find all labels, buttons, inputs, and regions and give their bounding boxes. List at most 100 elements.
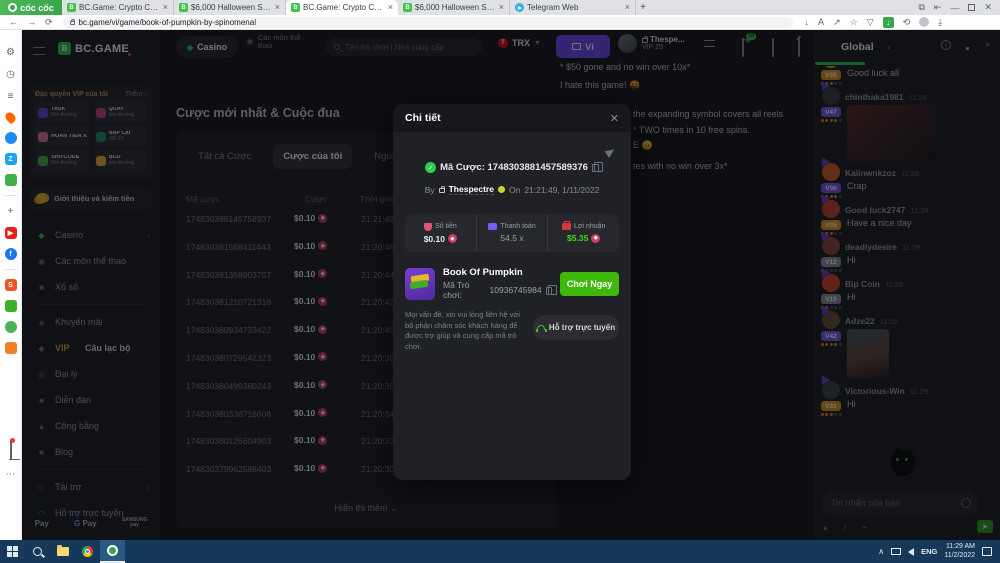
game-thumbnail[interactable]	[405, 268, 435, 300]
zalo-icon[interactable]: Z	[5, 153, 17, 165]
new-tab-button[interactable]: +	[636, 0, 650, 15]
coccoc-brand[interactable]: cốc cốc	[0, 0, 62, 15]
downloads-tray-icon[interactable]: ⤓	[938, 17, 942, 28]
system-tray: ∧ ENG 11:29 AM11/2/2022	[878, 543, 1000, 560]
verified-check-icon: ✓	[425, 162, 436, 173]
tab-title: Telegram Web	[527, 3, 622, 12]
bet-datetime: 21:21:49, 1/11/2022	[524, 185, 599, 195]
chrome-icon	[82, 546, 93, 557]
divider	[5, 195, 17, 196]
game-row: Book Of Pumpkin Mã Trò chơi: 10936745984…	[405, 262, 619, 306]
tray-expand-icon[interactable]: ∧	[878, 547, 884, 556]
reading-list-icon[interactable]: ≡	[4, 90, 17, 103]
tab-close-icon[interactable]: ×	[275, 3, 280, 12]
notifications-bell[interactable]	[10, 441, 12, 459]
minimize-button[interactable]: —	[950, 3, 959, 13]
url-text: bc.game/vi/game/book-of-pumpkin-by-spino…	[79, 18, 256, 27]
file-explorer-button[interactable]	[50, 540, 75, 563]
gift-icon[interactable]	[5, 300, 17, 312]
action-center-icon[interactable]	[982, 547, 992, 556]
by-label: By	[425, 185, 435, 195]
games-icon[interactable]	[5, 174, 17, 186]
coccoc-logo-icon	[8, 3, 17, 12]
toolbar-icons: ↓ A ↗ ☆ ▽ ↓ ⟲ ⤓	[805, 17, 943, 28]
chat-app-icon[interactable]	[5, 321, 17, 333]
modal-title: Chi tiết	[405, 112, 441, 124]
stat-amount: Số tiền $0.10◆	[405, 214, 476, 252]
volume-icon[interactable]	[908, 548, 914, 556]
tab-title: $6,000 Halloween Slot Battle	[191, 3, 272, 12]
stat-payout: Thanh toán 54.5 x	[476, 214, 548, 252]
browser-tab-5[interactable]: Telegram Web×	[510, 0, 636, 15]
taskbar-search-button[interactable]	[25, 540, 50, 563]
messenger-icon[interactable]	[5, 132, 17, 144]
cart-icon[interactable]	[5, 342, 17, 354]
notification-dot	[10, 438, 15, 443]
tab-title: BC.Game: Crypto Casino Gan	[79, 3, 160, 12]
browser-tab-1[interactable]: BBC.Game: Crypto Casino Gan×	[62, 0, 174, 15]
profile-avatar-icon[interactable]	[919, 17, 929, 27]
sync-icon[interactable]: ⟲	[903, 17, 911, 28]
bcgame-favicon: B	[291, 3, 300, 12]
reader-mode-icon[interactable]: ⧉	[918, 2, 924, 13]
close-button[interactable]: ✕	[984, 2, 992, 13]
download-icon[interactable]: ↓	[805, 17, 810, 27]
forward-icon[interactable]: →	[27, 17, 36, 27]
tab-close-icon[interactable]: ×	[499, 3, 504, 12]
settings-gear-icon[interactable]: ⚙	[4, 46, 17, 59]
input-language[interactable]: ENG	[921, 547, 937, 556]
trx-gem-icon: ◆	[448, 234, 457, 243]
url-field[interactable]: bc.game/vi/game/book-of-pumpkin-by-spino…	[63, 17, 793, 28]
search-icon	[33, 547, 42, 556]
window-controls: ⧉ ⇤ — ✕	[918, 0, 1000, 15]
youtube-icon[interactable]: ▶	[5, 227, 17, 239]
bcgame-favicon: B	[67, 3, 76, 12]
browser-sidebar: ⚙ ◷ ≡ Z + ▶ f S ⋯	[0, 30, 22, 540]
copy-icon[interactable]	[592, 164, 599, 172]
start-button[interactable]	[0, 540, 25, 563]
briefcase-icon	[562, 223, 571, 230]
browser-tab-3-active[interactable]: BBC.Game: Crypto Casino Gan×	[286, 0, 398, 15]
browser-tab-2[interactable]: B$6,000 Halloween Slot Battle×	[174, 0, 286, 15]
facebook-icon[interactable]: f	[5, 248, 17, 260]
translate-icon[interactable]: A	[818, 17, 824, 27]
username-link[interactable]: Thespectre	[449, 184, 494, 195]
support-text: Mọi vấn đề, xin vui lòng liên hệ với bộ …	[405, 310, 525, 352]
restore-button[interactable]	[968, 4, 975, 11]
windows-logo-icon	[7, 546, 18, 557]
play-now-button[interactable]: Chơi Ngay	[560, 272, 619, 296]
history-icon[interactable]: ◷	[4, 68, 17, 81]
tab-close-icon[interactable]: ×	[388, 3, 393, 12]
moneybag-icon	[424, 223, 432, 231]
bet-stats: Số tiền $0.10◆ Thanh toán 54.5 x Lợi nhu…	[405, 214, 619, 252]
chrome-button[interactable]	[75, 540, 100, 563]
tab-search-icon[interactable]: ⇤	[934, 2, 942, 13]
telegram-favicon	[515, 3, 524, 12]
network-icon[interactable]	[891, 548, 901, 555]
folder-icon	[57, 547, 69, 556]
windows-taskbar: ∧ ENG 11:29 AM11/2/2022	[0, 540, 1000, 563]
tab-close-icon[interactable]: ×	[625, 3, 630, 12]
share-icon[interactable]: ↗	[833, 17, 841, 28]
bookmark-star-icon[interactable]: ☆	[850, 17, 858, 28]
copy-icon[interactable]	[546, 287, 552, 295]
brand-label: cốc cốc	[20, 3, 54, 13]
more-icon[interactable]: ⋯	[4, 468, 17, 481]
bcgame-favicon: B	[403, 3, 412, 12]
live-support-button[interactable]: Hỗ trợ trực tuyến	[533, 315, 619, 340]
hot-trends-icon[interactable]	[3, 110, 17, 124]
shopee-icon[interactable]: S	[5, 279, 17, 291]
bet-details-modal: Chi tiết ✕ ✓ Mã Cược: 174830388145758937…	[393, 104, 631, 480]
modal-close-icon[interactable]: ✕	[610, 112, 619, 125]
back-icon[interactable]: ←	[9, 17, 18, 27]
coccoc-taskbar-button[interactable]	[100, 540, 125, 563]
add-shortcut-icon[interactable]: +	[4, 205, 17, 218]
browser-tab-4[interactable]: B$6,000 Halloween Slot Battle×	[398, 0, 510, 15]
extension-icon[interactable]: ↓	[883, 17, 894, 28]
adblock-shield-icon[interactable]: ▽	[867, 17, 874, 28]
reload-icon[interactable]: ⟳	[45, 17, 53, 28]
tab-close-icon[interactable]: ×	[163, 3, 168, 12]
share-icon[interactable]	[605, 146, 617, 158]
clock[interactable]: 11:29 AM11/2/2022	[944, 543, 975, 560]
tray-date: 11/2/2022	[944, 552, 975, 560]
